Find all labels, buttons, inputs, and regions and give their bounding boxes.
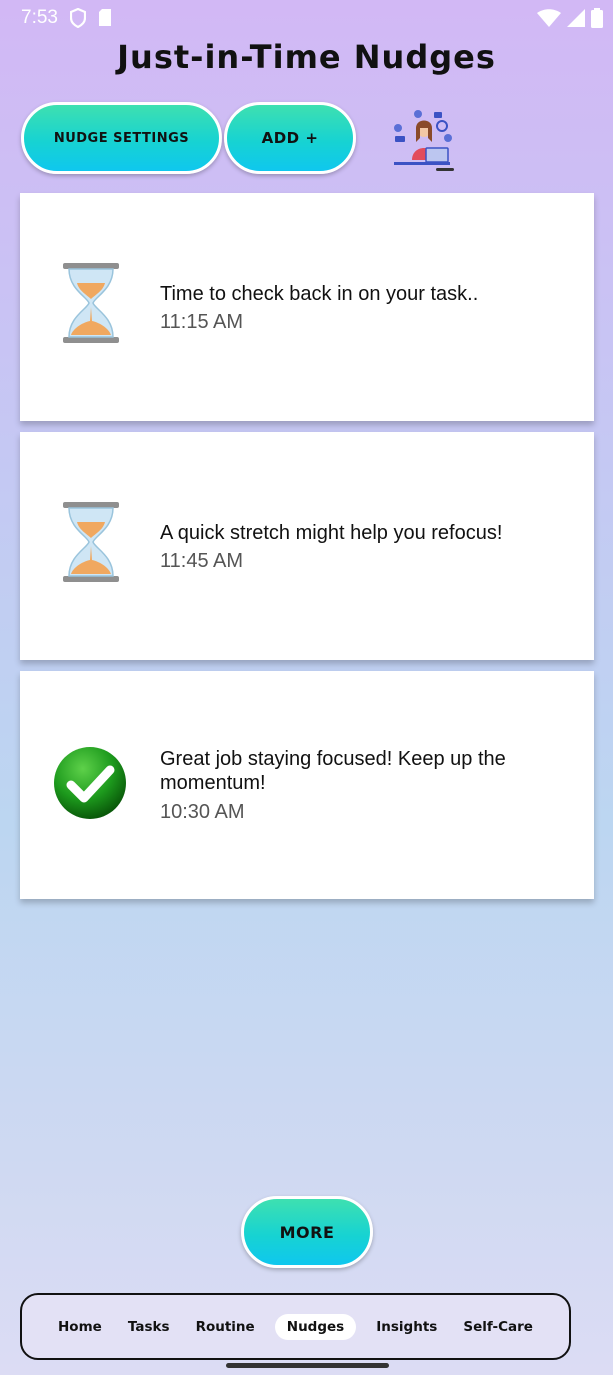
add-nudge-button[interactable]: ADD +: [224, 102, 356, 174]
nav-item-routine[interactable]: Routine: [190, 1314, 261, 1340]
nav-item-insights[interactable]: Insights: [370, 1314, 443, 1340]
nudge-time: 11:45 AM: [160, 550, 244, 572]
bottom-nav: Home Tasks Routine Nudges Insights Self-…: [20, 1293, 571, 1360]
home-indicator[interactable]: [226, 1363, 389, 1368]
nudge-time: 11:15 AM: [160, 311, 244, 333]
nudge-settings-button[interactable]: NUDGE SETTINGS: [21, 102, 222, 174]
status-left-icons: [69, 7, 112, 34]
page-title: Just-in-Time Nudges: [117, 38, 496, 76]
more-button[interactable]: MORE: [241, 1196, 373, 1268]
sd-card-icon: [98, 9, 112, 33]
hourglass-icon: [53, 263, 129, 343]
nudge-card[interactable]: Great job staying focused! Keep up the m…: [20, 671, 594, 899]
nudge-card[interactable]: A quick stretch might help you refocus! …: [20, 432, 594, 660]
battery-icon: [591, 8, 603, 34]
shield-icon: [69, 7, 87, 34]
nudge-card[interactable]: Time to check back in on your task.. 11:…: [20, 193, 594, 421]
nav-item-self-care[interactable]: Self-Care: [457, 1314, 539, 1340]
wifi-icon: [537, 9, 561, 33]
nudge-message: A quick stretch might help you refocus!: [160, 522, 503, 544]
status-right-icons: [537, 8, 603, 34]
checkmark-icon: [53, 746, 129, 826]
nav-item-nudges[interactable]: Nudges: [274, 1313, 357, 1340]
status-bar: 7:53: [0, 0, 613, 36]
nudge-message: Great job staying focused! Keep up the m…: [160, 748, 506, 794]
nav-item-tasks[interactable]: Tasks: [122, 1314, 176, 1340]
nav-item-home[interactable]: Home: [52, 1314, 108, 1340]
signal-icon: [567, 9, 585, 33]
person-at-laptop-illustration: [390, 108, 458, 174]
nudge-time: 10:30 AM: [160, 801, 245, 823]
hourglass-icon: [53, 502, 129, 582]
status-time: 7:53: [21, 7, 58, 28]
nudge-message: Time to check back in on your task..: [160, 283, 479, 305]
